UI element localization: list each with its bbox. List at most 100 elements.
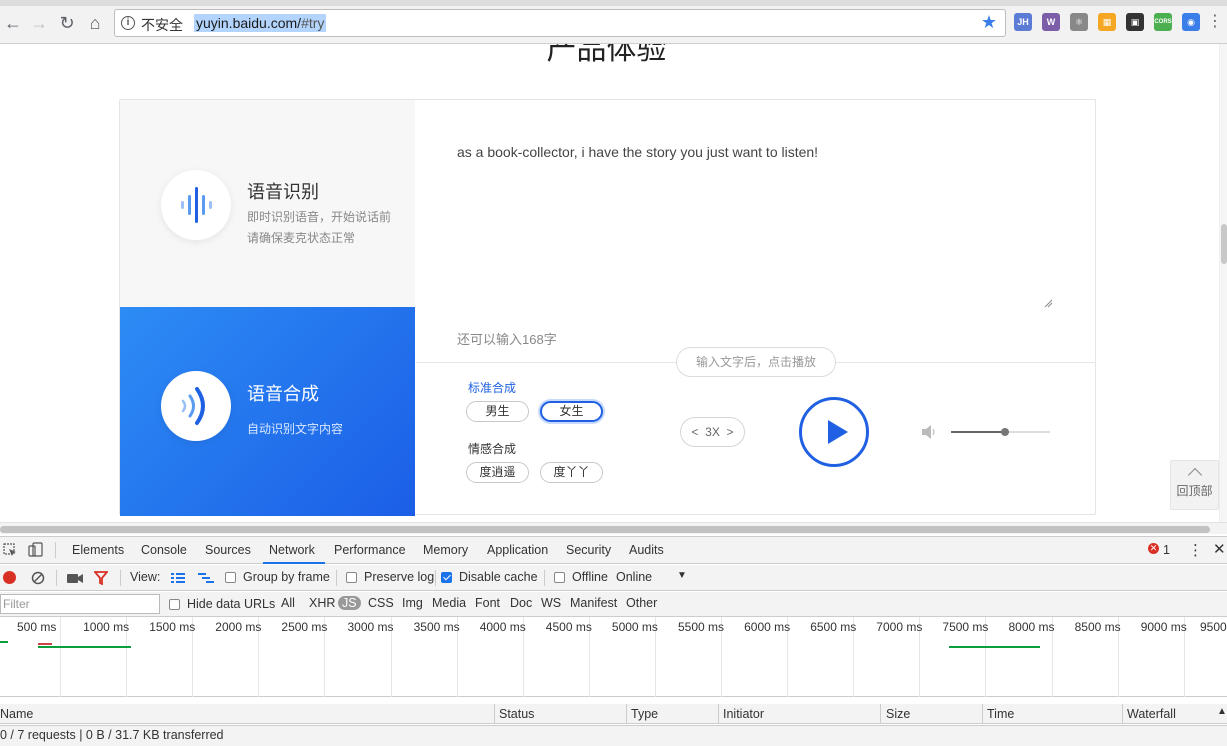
voice-female-button[interactable]: 女生 xyxy=(540,401,603,422)
tab-audits[interactable]: Audits xyxy=(629,543,664,557)
qr-code-icon[interactable]: ▣ xyxy=(1126,13,1144,31)
type-filter-img[interactable]: Img xyxy=(402,596,423,610)
resize-handle-icon[interactable] xyxy=(1043,298,1053,308)
bookmark-star-icon[interactable]: ★ xyxy=(981,12,997,33)
device-toolbar-icon[interactable] xyxy=(28,542,44,558)
sidebar-item-speech-recognition[interactable]: 语音识别 即时识别语音，开始说话前 请确保麦克状态正常 xyxy=(120,100,415,307)
hide-data-urls-checkbox[interactable] xyxy=(169,599,180,610)
group-by-frame-checkbox[interactable] xyxy=(225,572,236,583)
screenshot-camera-icon[interactable] xyxy=(67,572,83,584)
voice-male-button[interactable]: 男生 xyxy=(466,401,529,422)
throttling-dropdown-icon[interactable]: ▼ xyxy=(677,570,687,581)
jh-extension-icon[interactable]: JH xyxy=(1014,13,1032,31)
volume-icon[interactable] xyxy=(921,424,939,440)
column-divider[interactable] xyxy=(880,704,881,724)
close-devtools-icon[interactable]: ✕ xyxy=(1213,540,1226,558)
preserve-log-checkbox[interactable] xyxy=(346,572,357,583)
error-count[interactable]: 1 xyxy=(1163,543,1170,557)
column-divider[interactable] xyxy=(494,704,495,724)
volume-knob[interactable] xyxy=(1001,428,1010,436)
column-divider[interactable] xyxy=(718,704,719,724)
overview-waterfall-icon[interactable] xyxy=(198,572,214,584)
play-button[interactable] xyxy=(799,397,869,467)
wappalyzer-icon[interactable]: W xyxy=(1042,13,1060,31)
back-arrow-icon[interactable]: ← xyxy=(2,12,24,34)
react-devtools-icon[interactable]: ⚛ xyxy=(1070,13,1088,31)
column-header-type[interactable]: Type xyxy=(631,707,658,721)
type-filter-font[interactable]: Font xyxy=(475,596,500,610)
type-filter-doc[interactable]: Doc xyxy=(510,596,532,610)
timeline-tick-label: 7500 ms xyxy=(942,620,989,634)
column-header-initiator[interactable]: Initiator xyxy=(723,707,764,721)
tab-security[interactable]: Security xyxy=(566,543,611,557)
type-filter-css[interactable]: CSS xyxy=(368,596,394,610)
network-overview-timeline[interactable]: 500 ms 1000 ms 1500 ms 2000 ms 2500 ms 3000 m… xyxy=(0,617,1227,697)
forward-arrow-icon[interactable]: → xyxy=(28,12,50,34)
type-filter-manifest[interactable]: Manifest xyxy=(570,596,617,610)
speed-decrease-icon[interactable]: < xyxy=(691,425,698,439)
scrollbar-thumb[interactable] xyxy=(1221,224,1227,264)
type-filter-other[interactable]: Other xyxy=(626,596,657,610)
page-horizontal-scrollbar[interactable] xyxy=(0,522,1227,534)
scrollbar-thumb[interactable] xyxy=(0,526,1210,533)
timeline-tick-label: 1000 ms xyxy=(83,620,130,634)
column-divider[interactable] xyxy=(626,704,627,724)
url-text[interactable]: yuyin.baidu.com/#try xyxy=(194,14,327,32)
volume-fill xyxy=(951,431,1006,433)
emotion-synthesis-label: 情感合成 xyxy=(468,442,517,456)
column-header-time[interactable]: Time xyxy=(987,707,1014,721)
address-bar[interactable]: i 不安全 yuyin.baidu.com/#try ★ xyxy=(114,9,1006,37)
throttling-select[interactable]: Online xyxy=(616,570,652,584)
timeline-tick-label: 4500 ms xyxy=(545,620,592,634)
sort-ascending-icon[interactable]: ▲ xyxy=(1217,706,1227,717)
text-input-area[interactable]: as a book-collector, i have the story yo… xyxy=(416,100,1096,362)
grid-extension-icon[interactable]: ▦ xyxy=(1098,13,1116,31)
disable-cache-checkbox[interactable] xyxy=(441,572,452,583)
timeline-tick-label: 5000 ms xyxy=(611,620,658,634)
cors-icon[interactable]: CORS xyxy=(1154,13,1172,31)
voice-duxiaoyao-button[interactable]: 度逍遥 xyxy=(466,462,529,483)
type-filter-ws[interactable]: WS xyxy=(541,596,561,610)
speed-control[interactable]: < 3X > xyxy=(680,417,745,447)
voice-duyaya-button[interactable]: 度丫丫 xyxy=(540,462,603,483)
devtools-menu-icon[interactable]: ⋮ xyxy=(1188,541,1203,559)
tab-elements[interactable]: Elements xyxy=(72,543,124,557)
input-text[interactable]: as a book-collector, i have the story yo… xyxy=(457,144,818,160)
inspect-element-icon[interactable] xyxy=(3,543,17,557)
page-vertical-scrollbar[interactable] xyxy=(1219,44,1227,522)
record-icon[interactable] xyxy=(3,571,16,584)
tab-application[interactable]: Application xyxy=(487,543,548,557)
globe-extension-icon[interactable]: ◉ xyxy=(1182,13,1200,31)
tab-memory[interactable]: Memory xyxy=(423,543,468,557)
sidebar-item-speech-synthesis[interactable]: 语音合成 自动识别文字内容 xyxy=(120,307,415,516)
column-header-waterfall[interactable]: Waterfall xyxy=(1127,707,1176,721)
large-rows-icon[interactable] xyxy=(171,572,185,584)
play-icon xyxy=(828,420,848,444)
filter-funnel-icon[interactable] xyxy=(94,571,108,585)
filter-input[interactable]: Filter xyxy=(0,594,160,614)
column-header-name[interactable]: Name xyxy=(0,707,33,721)
type-filter-all[interactable]: All xyxy=(281,596,295,610)
home-icon[interactable]: ⌂ xyxy=(84,12,106,34)
tab-console[interactable]: Console xyxy=(141,543,187,557)
active-tab-underline xyxy=(263,562,325,564)
clear-icon[interactable] xyxy=(31,571,45,585)
column-header-status[interactable]: Status xyxy=(499,707,534,721)
reload-icon[interactable]: ↻ xyxy=(56,12,78,34)
back-to-top-button[interactable]: 回顶部 xyxy=(1170,460,1219,510)
column-divider[interactable] xyxy=(1122,704,1123,724)
volume-slider[interactable] xyxy=(951,428,1050,436)
tab-network[interactable]: Network xyxy=(269,543,315,557)
speed-increase-icon[interactable]: > xyxy=(727,425,734,439)
browser-menu-icon[interactable]: ⋮ xyxy=(1207,11,1223,31)
error-icon[interactable]: ✕ xyxy=(1148,543,1159,554)
type-filter-xhr[interactable]: XHR xyxy=(309,596,335,610)
info-icon[interactable]: i xyxy=(121,16,135,30)
tab-performance[interactable]: Performance xyxy=(334,543,406,557)
type-filter-media[interactable]: Media xyxy=(432,596,466,610)
type-filter-js[interactable]: JS xyxy=(338,596,361,610)
column-header-size[interactable]: Size xyxy=(886,707,910,721)
column-divider[interactable] xyxy=(982,704,983,724)
offline-checkbox[interactable] xyxy=(554,572,565,583)
tab-sources[interactable]: Sources xyxy=(205,543,251,557)
